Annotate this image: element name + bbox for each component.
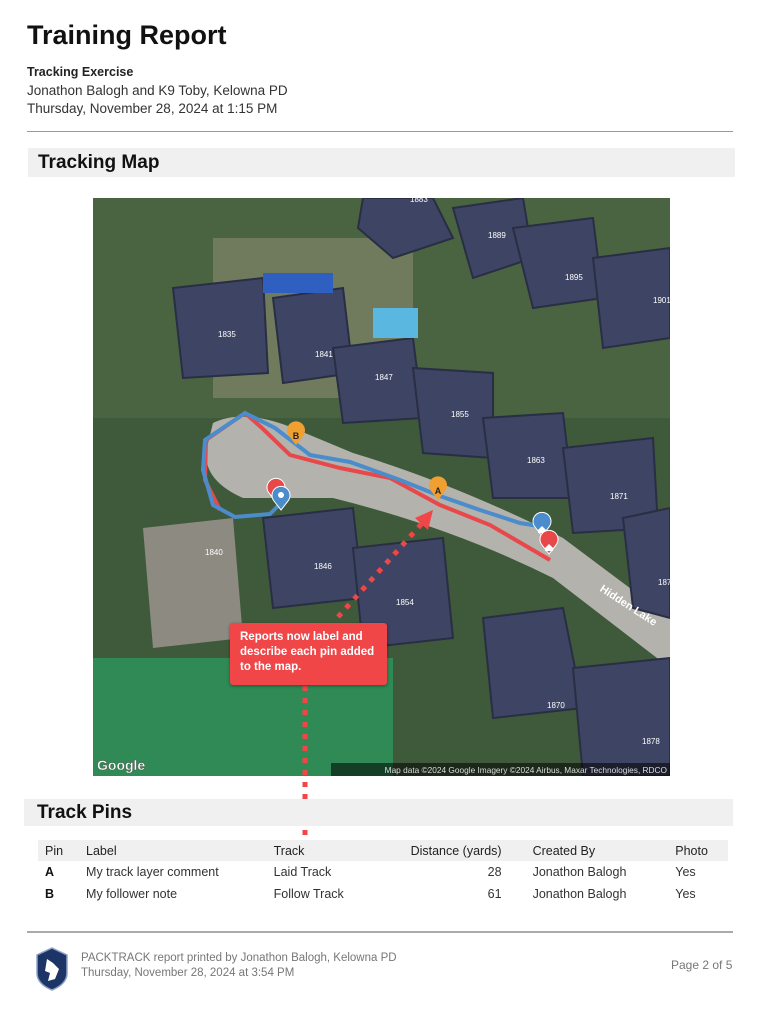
track-cell: Follow Track (273, 887, 344, 901)
printed-date: Thursday, November 28, 2024 at 3:54 PM (81, 967, 295, 979)
house-number-label: 1855 (451, 410, 469, 419)
house-number-label: 1840 (205, 548, 223, 557)
house-number-label: 1835 (218, 330, 236, 339)
printed-by: PACKTRACK report printed by Jonathon Bal… (81, 952, 397, 964)
tracking-map-heading: Tracking Map (28, 148, 735, 177)
house-number-label: 1901 (653, 296, 670, 305)
svg-text:B: B (293, 431, 300, 441)
house-number-label: 1846 (314, 562, 332, 571)
track-cell: Laid Track (273, 865, 332, 879)
track-pins-heading: Track Pins (24, 799, 733, 826)
house-number-label: 1895 (565, 273, 583, 282)
distance-cell: 28 (487, 865, 502, 879)
house-number-label: 1879 (658, 578, 670, 587)
tracking-map[interactable]: 1883 1889 1895 1901 1835 1841 1847 1855 1863 1871… (93, 198, 670, 776)
created-by-cell: Jonathon Balogh (532, 887, 627, 901)
footer-divider (27, 931, 733, 933)
packtrack-shield-logo-icon (36, 947, 68, 991)
created-by-cell: Jonathon Balogh (532, 865, 627, 879)
table-row: B My follower note Follow Track 61 Jonat… (38, 883, 728, 905)
handler-info: Jonathon Balogh and K9 Toby, Kelowna PD (27, 83, 288, 98)
col-created-by: Created By (508, 840, 669, 861)
svg-text:A: A (435, 486, 442, 496)
house-1840-roof (143, 518, 243, 648)
house-number-label: 1870 (547, 701, 565, 710)
table-row: A My track layer comment Laid Track 28 J… (38, 861, 728, 883)
pool (373, 308, 418, 338)
callout-note: Reports now label and describe each pin … (230, 623, 387, 685)
house-number-label: 1841 (315, 350, 333, 359)
house-number-label: 1878 (642, 737, 660, 746)
distance-cell: 61 (487, 887, 502, 901)
report-date: Thursday, November 28, 2024 at 1:15 PM (27, 101, 278, 116)
map-attribution: Map data ©2024 Google Imagery ©2024 Airb… (385, 765, 668, 775)
pin-cell: B (45, 887, 55, 901)
house-number-label: 1863 (527, 456, 545, 465)
pin-cell: A (45, 865, 55, 879)
track-pins-table: Pin Label Track Distance (yards) Created… (38, 840, 728, 905)
col-pin: Pin (38, 840, 80, 861)
blue-roof (263, 273, 333, 293)
col-distance: Distance (yards) (374, 840, 509, 861)
photo-cell: Yes (675, 865, 696, 879)
table-header-row: Pin Label Track Distance (yards) Created… (38, 840, 728, 861)
house-number-label: 1854 (396, 598, 414, 607)
col-photo: Photo (668, 840, 728, 861)
report-title: Training Report (27, 20, 227, 50)
col-label: Label (79, 840, 267, 861)
header-divider (27, 131, 733, 132)
col-track: Track (266, 840, 375, 861)
house-number-label: 1883 (410, 198, 428, 204)
label-cell: My follower note (86, 887, 178, 901)
label-cell: My track layer comment (86, 865, 219, 879)
house-number-label: 1847 (375, 373, 393, 382)
house-number-label: 1871 (610, 492, 628, 501)
google-logo: Google (97, 757, 145, 773)
report-subtitle: Tracking Exercise (27, 65, 134, 79)
page-number: Page 2 of 5 (671, 958, 733, 972)
footer-info: PACKTRACK report printed by Jonathon Bal… (81, 951, 397, 981)
photo-cell: Yes (675, 887, 696, 901)
house-number-label: 1889 (488, 231, 506, 240)
